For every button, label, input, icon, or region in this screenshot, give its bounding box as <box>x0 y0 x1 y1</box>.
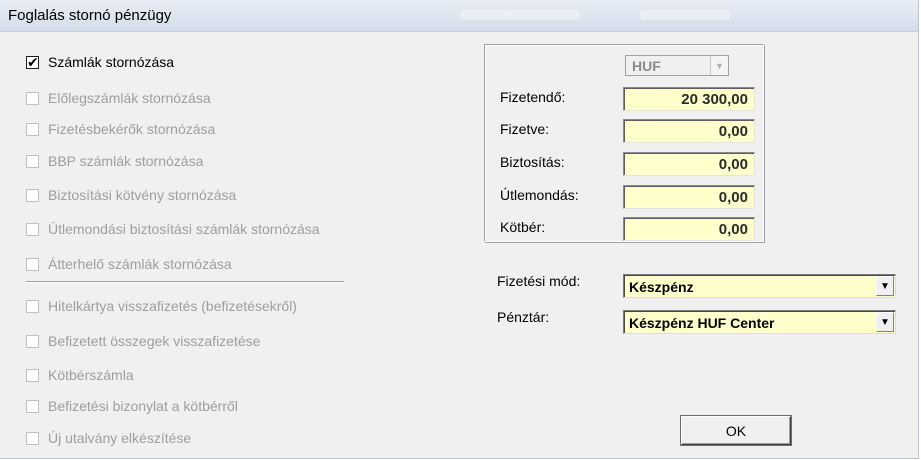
option-invoices-storno[interactable]: ✔ Számlák stornózása <box>26 53 174 71</box>
option-advance-invoices-storno: Előlegszámlák stornózása <box>26 89 211 107</box>
checkbox <box>26 91 39 105</box>
amount-label-paid: Fizetve: <box>500 121 550 137</box>
option-credit-card-refund: Hitelkártya visszafizetés (befizetésekrő… <box>26 297 297 315</box>
option-label: BBP számlák stornózása <box>48 153 204 169</box>
option-cancellation-insurance-storno: Útlemondási biztosítási számlák stornózá… <box>26 220 320 238</box>
amount-field-paid[interactable]: 0,00 <box>623 119 755 143</box>
amount-label-penalty: Kötbér: <box>500 219 546 235</box>
checkbox <box>26 222 39 236</box>
checkbox <box>26 122 39 136</box>
amount-label-cancellation: Útlemondás: <box>500 187 579 203</box>
checkbox[interactable]: ✔ <box>26 53 39 70</box>
cashier-value: Készpénz HUF Center <box>629 315 775 331</box>
amount-field-insurance[interactable]: 0,00 <box>623 152 755 176</box>
checkmark-icon: ✔ <box>27 53 39 70</box>
option-label: Kötbérszámla <box>48 367 134 383</box>
titlebar-ghost <box>460 10 580 20</box>
option-label: Biztosítási kötvény stornózása <box>48 187 237 203</box>
option-label: Útlemondási biztosítási számlák stornózá… <box>48 221 320 237</box>
titlebar-ghost <box>640 10 730 20</box>
option-label: Számlák stornózása <box>48 54 175 70</box>
cashier-label: Pénztár: <box>497 309 550 325</box>
checkbox <box>26 334 39 348</box>
cashier-select[interactable]: Készpénz HUF Center ▼ <box>623 310 896 334</box>
checkbox <box>26 188 39 202</box>
currency-value: HUF <box>632 58 661 74</box>
option-rebilling-invoices-storno: Átterhelő számlák stornózása <box>26 255 232 273</box>
option-penalty-invoice: Kötbérszámla <box>26 366 134 384</box>
checkbox <box>26 399 39 413</box>
amount-field-payable[interactable]: 20 300,00 <box>623 87 755 111</box>
divider <box>26 281 344 283</box>
option-paid-amounts-refund: Befizetett összegek visszafizetése <box>26 332 260 350</box>
option-label: Előlegszámlák stornózása <box>48 90 211 106</box>
currency-select: HUF ▼ <box>625 55 729 76</box>
option-payment-requests-storno: Fizetésbekérők stornózása <box>26 120 215 138</box>
amount-label-payable: Fizetendő: <box>500 89 566 105</box>
checkbox <box>26 368 39 382</box>
option-bbp-invoices-storno: BBP számlák stornózása <box>26 152 203 170</box>
option-label: Fizetésbekérők stornózása <box>48 121 216 137</box>
option-new-voucher: Új utalvány elkészítése <box>26 429 191 447</box>
checkbox <box>26 154 39 168</box>
option-penalty-receipt: Befizetési bizonylat a kötbérről <box>26 397 238 415</box>
amount-label-insurance: Biztosítás: <box>500 154 565 170</box>
checkbox <box>26 299 39 313</box>
amount-field-cancellation[interactable]: 0,00 <box>623 185 755 209</box>
payment-method-label: Fizetési mód: <box>497 273 581 289</box>
checkbox <box>26 431 39 445</box>
option-label: Új utalvány elkészítése <box>48 430 192 446</box>
option-insurance-policy-storno: Biztosítási kötvény stornózása <box>26 186 236 204</box>
payment-method-select[interactable]: Készpénz ▼ <box>623 274 896 298</box>
chevron-down-icon[interactable]: ▼ <box>876 276 894 296</box>
option-label: Befizetett összegek visszafizetése <box>48 333 261 349</box>
chevron-down-icon[interactable]: ▼ <box>876 312 894 332</box>
checkbox <box>26 257 39 271</box>
option-label: Átterhelő számlák stornózása <box>48 256 232 272</box>
option-label: Befizetési bizonylat a kötbérről <box>48 398 238 414</box>
ok-button[interactable]: OK <box>681 416 791 445</box>
option-label: Hitelkártya visszafizetés (befizetésekrő… <box>48 298 297 314</box>
window-title: Foglalás stornó pénzügy <box>8 7 172 24</box>
chevron-down-icon: ▼ <box>710 56 728 75</box>
payment-method-value: Készpénz <box>629 279 694 295</box>
dialog-window: Foglalás stornó pénzügy ✔ Számlák stornó… <box>0 0 919 459</box>
title-bar[interactable]: Foglalás stornó pénzügy <box>0 0 918 32</box>
amount-field-penalty[interactable]: 0,00 <box>623 217 755 241</box>
